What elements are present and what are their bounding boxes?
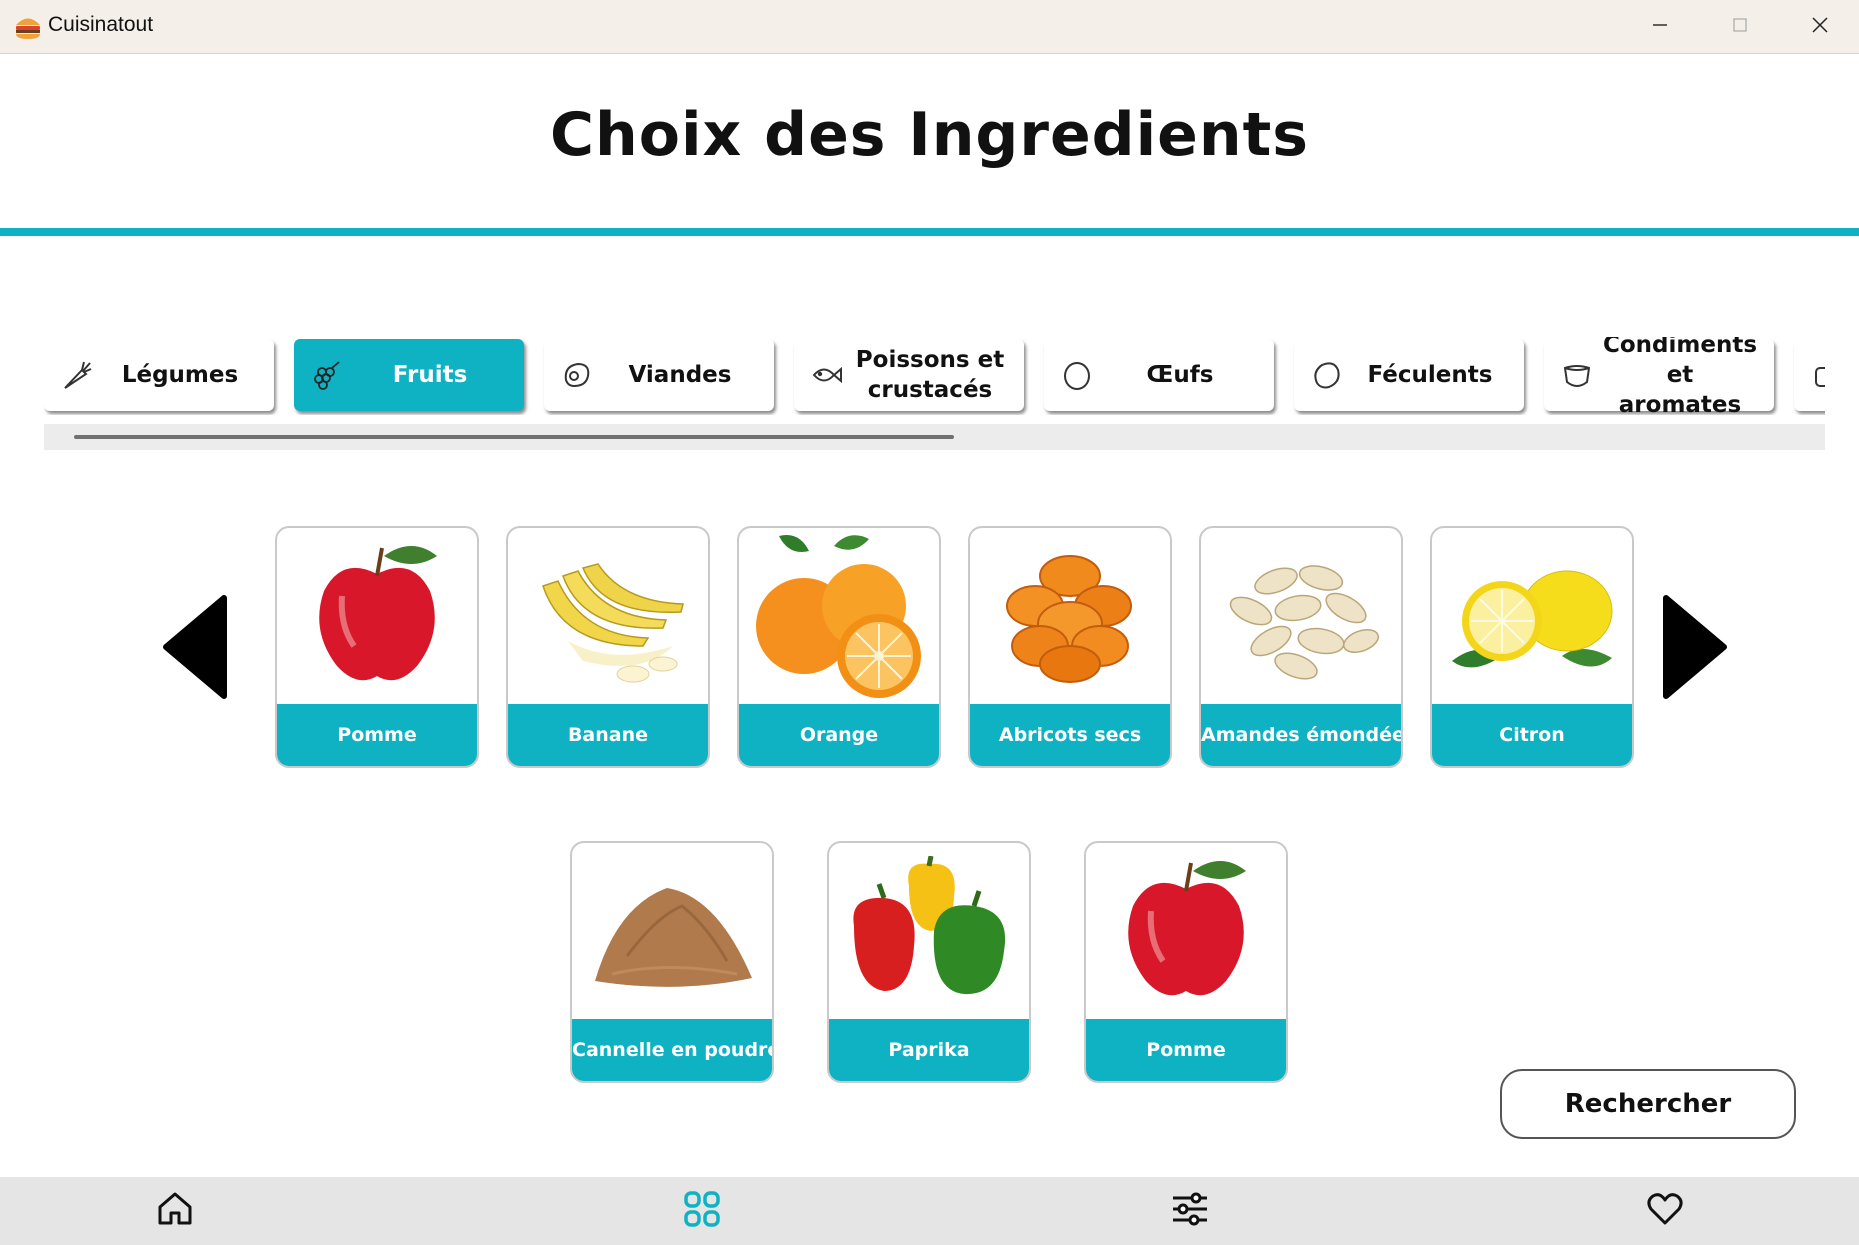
ingredient-card-banane[interactable]: Banane [506, 526, 710, 768]
window-titlebar: Cuisinatout [0, 0, 1859, 54]
minimize-icon [1652, 17, 1668, 37]
tab-poissons[interactable]: Poissons et crustacés [794, 339, 1024, 411]
ingredient-card-abricots[interactable]: Abricots secs [968, 526, 1172, 768]
close-button[interactable] [1780, 0, 1859, 54]
ingredient-card-cannelle[interactable]: Cannelle en poudre [570, 841, 774, 1083]
dried-apricots-image [970, 528, 1170, 704]
cinnamon-powder-image [572, 843, 772, 1019]
arrow-left-icon [160, 595, 230, 706]
ingredient-card-orange[interactable]: Orange [737, 526, 941, 768]
jar-icon [1810, 358, 1825, 392]
tab-label: Féculents [1367, 362, 1493, 388]
nav-home-button[interactable] [135, 1177, 215, 1245]
heart-icon [1645, 1189, 1685, 1233]
meat-icon [560, 358, 594, 392]
tab-label: Œufs [1146, 362, 1214, 388]
orange-image [739, 528, 939, 704]
ingredient-label: Paprika [829, 1019, 1029, 1081]
ingredient-label: Amandes émondées [1201, 704, 1401, 766]
tab-condiments[interactable]: Condiments et aromates [1544, 337, 1774, 415]
bowl-icon [1560, 358, 1594, 392]
bell-peppers-image [829, 843, 1029, 1019]
tab-label: Légumes [121, 362, 239, 388]
next-button[interactable] [1660, 592, 1730, 702]
ingredient-card-pomme[interactable]: Pomme [275, 526, 479, 768]
potato-icon [1310, 358, 1344, 392]
egg-icon [1060, 358, 1094, 392]
blanched-almonds-image [1201, 528, 1401, 704]
app-title: Cuisinatout [48, 13, 154, 36]
close-icon [1811, 16, 1829, 38]
grid-icon [682, 1189, 722, 1233]
grapes-icon [310, 358, 344, 392]
tabs-scrollbar[interactable] [44, 424, 1825, 450]
carrot-icon [60, 358, 94, 392]
ingredient-label: Abricots secs [970, 704, 1170, 766]
arrow-right-icon [1660, 595, 1730, 706]
nav-favorites-button[interactable] [1625, 1177, 1705, 1245]
bottom-nav [0, 1177, 1859, 1245]
ingredient-card-pomme-2[interactable]: Pomme [1084, 841, 1288, 1083]
sliders-icon [1170, 1189, 1210, 1233]
tab-label: Viandes [628, 362, 732, 388]
ingredient-label: Cannelle en poudre [572, 1019, 772, 1081]
tab-label: Fruits [392, 362, 468, 388]
home-icon [155, 1189, 195, 1233]
tab-feculents[interactable]: Féculents [1294, 339, 1524, 411]
tab-label: Poissons et crustacés [855, 347, 1005, 403]
nav-filters-button[interactable] [1150, 1177, 1230, 1245]
ingredient-label: Citron [1432, 704, 1632, 766]
burger-icon [14, 14, 42, 40]
ingredient-card-amandes[interactable]: Amandes émondées [1199, 526, 1403, 768]
apple-image [277, 528, 477, 704]
header-divider [0, 228, 1859, 236]
ingredient-label: Pomme [1086, 1019, 1286, 1081]
page-header: Choix des Ingredients [0, 54, 1859, 230]
nav-ingredients-button[interactable] [662, 1177, 742, 1245]
ingredient-label: Pomme [277, 704, 477, 766]
tabs-scrollbar-thumb[interactable] [74, 435, 954, 439]
banana-image [508, 528, 708, 704]
lemon-image [1432, 528, 1632, 704]
tab-more[interactable] [1794, 339, 1825, 411]
maximize-icon [1732, 17, 1748, 37]
fish-icon [810, 358, 844, 392]
category-tabs: Légumes Fruits Viandes Poissons et crust… [44, 337, 1825, 415]
minimize-button[interactable] [1620, 0, 1700, 54]
apple-image [1086, 843, 1286, 1019]
tab-legumes[interactable]: Légumes [44, 339, 274, 411]
ingredient-label: Orange [739, 704, 939, 766]
tab-label: Condiments et aromates [1602, 337, 1758, 415]
ingredient-label: Banane [508, 704, 708, 766]
page-title: Choix des Ingredients [550, 100, 1309, 170]
ingredient-card-citron[interactable]: Citron [1430, 526, 1634, 768]
ingredient-card-paprika[interactable]: Paprika [827, 841, 1031, 1083]
previous-button[interactable] [160, 592, 230, 702]
search-button[interactable]: Rechercher [1500, 1069, 1796, 1139]
tab-oeufs[interactable]: Œufs [1044, 339, 1274, 411]
tab-viandes[interactable]: Viandes [544, 339, 774, 411]
maximize-button[interactable] [1700, 0, 1780, 54]
tab-fruits[interactable]: Fruits [294, 339, 524, 411]
